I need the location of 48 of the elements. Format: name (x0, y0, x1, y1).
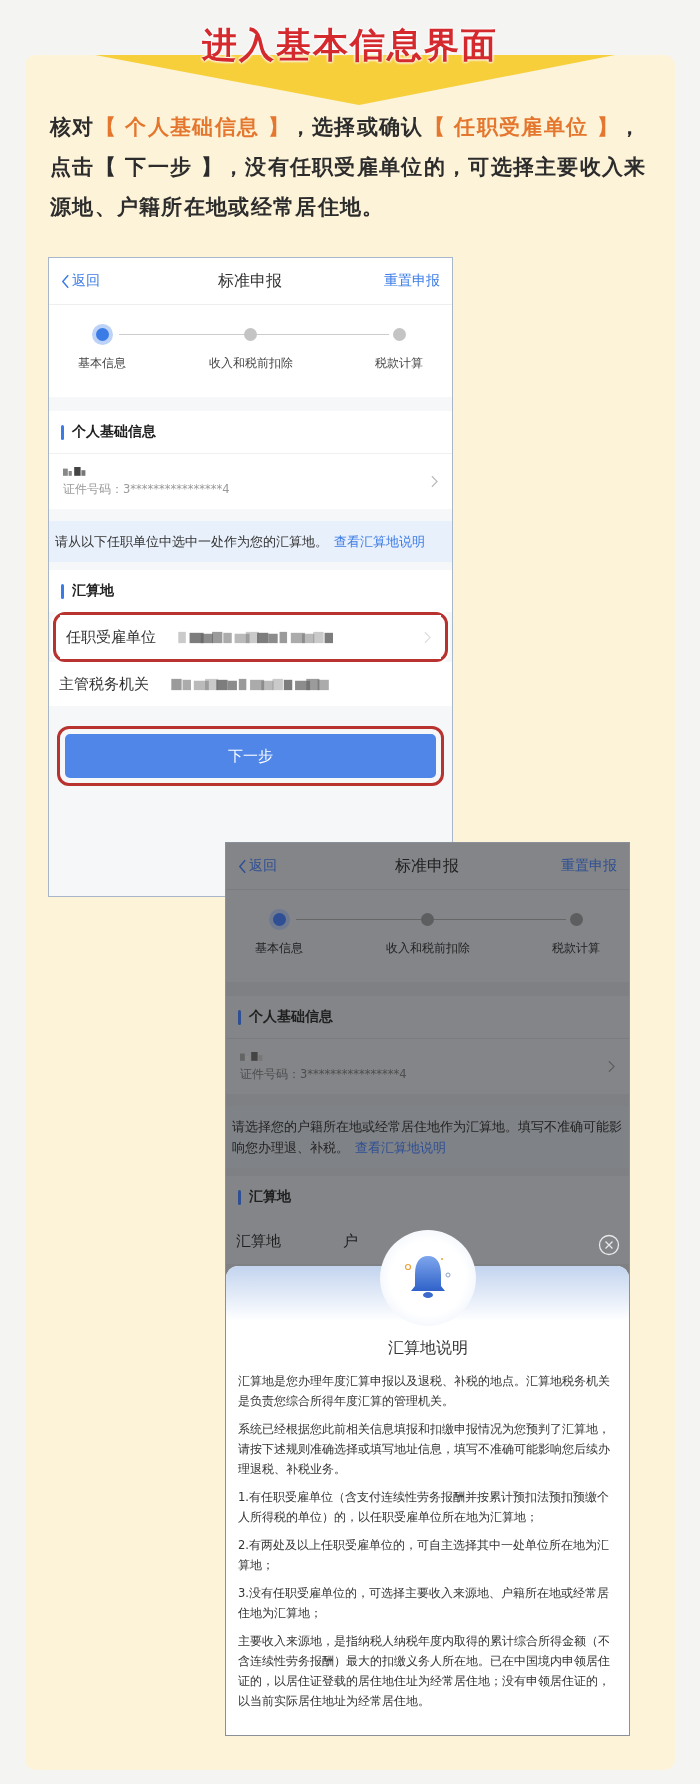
modal-paragraph: 3.没有任职受雇单位的，可选择主要收入来源地、户籍所在地或经常居住地为汇算地； (238, 1585, 610, 1622)
instruction-text: 核对【 个人基础信息 】，选择或确认【 任职受雇单位 】，点击【 下一步 】，没有任职受雇单位的，可选择主要收入来源地、户籍所在地或经常居住地。 (50, 114, 648, 221)
modal-paragraph: 2.有两处及以上任职受雇单位的，可自主选择其中一处单位所在地为汇算地； (238, 1537, 610, 1574)
accent-bar (238, 1009, 241, 1025)
section-title: 个人基础信息 (249, 1008, 333, 1026)
redacted-name (63, 466, 87, 476)
accent-bar (61, 424, 64, 440)
step-label: 收入和税前扣除 (385, 940, 470, 957)
chevron-icon (431, 475, 438, 488)
banner-title: 进入基本信息界面 (202, 24, 498, 67)
step-label: 税款计算 (552, 940, 600, 957)
chevron-icon (608, 1060, 615, 1073)
back-link[interactable]: 返回 (238, 857, 277, 875)
explanation-link[interactable]: 查看汇算地说明 (355, 1140, 446, 1155)
form-row[interactable]: 任职受雇单位 (60, 615, 441, 659)
step-label: 基本信息 (78, 355, 126, 372)
row-label: 汇算地 (236, 1231, 281, 1251)
person-row[interactable]: 证件号码：3****************4 (49, 454, 452, 509)
screen-title: 标准申报 (395, 855, 459, 877)
section-title: 汇算地 (72, 582, 114, 600)
chevron-left-icon (238, 858, 247, 874)
row-label: 主管税务机关 (59, 674, 149, 694)
close-icon[interactable] (598, 1234, 620, 1256)
row-value: 户 (343, 1231, 358, 1251)
section-title: 个人基础信息 (72, 423, 156, 441)
chevron-left-icon (61, 273, 70, 289)
reset-link[interactable]: 重置申报 (384, 272, 440, 290)
modal-paragraph: 汇算地是您办理年度汇算申报以及退税、补税的地点。汇算地税务机关是负责您综合所得年度汇算的管理机关。 (238, 1373, 611, 1410)
explanation-link[interactable]: 查看汇算地说明 (334, 534, 425, 549)
step-label: 税款计算 (375, 355, 423, 372)
chevron-icon (424, 630, 431, 644)
accent-bar (61, 583, 64, 599)
back-link[interactable]: 返回 (61, 272, 100, 290)
redacted-name (240, 1051, 264, 1061)
modal-paragraph: 系统已经根据您此前相关信息填报和扣缴申报情况为您预判了汇算地，请按下述规则准确选择或填写地址信息，填写不准确可能影响您后续办理退税、补税业务。 (238, 1421, 611, 1478)
modal-paragraph: 1.有任职受雇单位（含支付连续性劳务报酬并按累计预扣法预扣预缴个人所得税的单位）的，以任职受雇单位所在地为汇算地； (238, 1489, 610, 1526)
id-number: 证件号码：3****************4 (63, 482, 230, 497)
next-step-button[interactable]: 下一步 (65, 734, 436, 778)
step-label: 收入和税前扣除 (208, 355, 293, 372)
section-title: 汇算地 (249, 1188, 291, 1206)
step-label: 基本信息 (255, 940, 303, 957)
modal-paragraph: 主要收入来源地，是指纳税人纳税年度内取得的累计综合所得金额（不含连续性劳务报酬）最大的扣缴义务人所在地。已在中国境内申领居住证的，以居住证登载的居住地住址为经常居住地；没有申领居住证的，以当前实际居住地址为经常居住地。 (238, 1633, 611, 1710)
notice-text: 请从以下任职单位中选中一处作为您的汇算地。 查看汇算地说明 (49, 521, 452, 562)
screen-title: 标准申报 (218, 270, 282, 292)
row-label: 任职受雇单位 (66, 627, 156, 647)
accent-bar (238, 1189, 241, 1205)
modal-title: 汇算地说明 (386, 1338, 469, 1359)
reset-link[interactable]: 重置申报 (561, 857, 617, 875)
